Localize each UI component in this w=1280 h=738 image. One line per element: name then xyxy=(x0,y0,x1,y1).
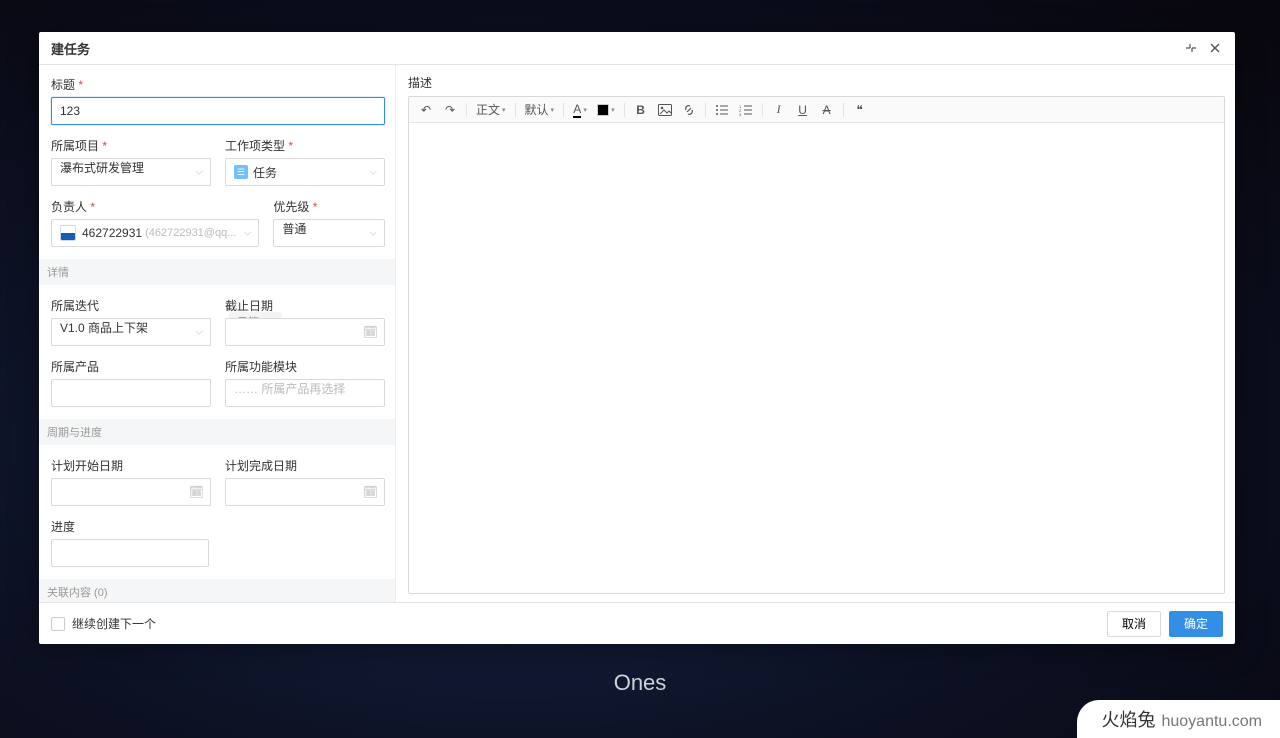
bold-button[interactable]: B xyxy=(630,100,652,120)
module-input[interactable]: …… 所属产品再选择 xyxy=(225,379,385,407)
progress-label: 进度 xyxy=(51,518,385,535)
watermark-en: huoyantu.com xyxy=(1161,713,1262,731)
modal-footer: 继续创建下一个 取消 确定 xyxy=(39,602,1235,644)
iteration-label: 所属迭代 xyxy=(51,297,211,314)
product-label: 所属产品 xyxy=(51,358,211,375)
create-task-modal: 建任务 标题 所属项目 瀑布式研发管理 ⌵ xyxy=(39,32,1235,644)
type-select[interactable]: ☰ 任务 xyxy=(225,158,385,186)
paragraph-style-select[interactable]: 正文▾ xyxy=(472,100,510,120)
priority-select[interactable]: 普通 xyxy=(273,219,385,247)
continue-create-checkbox[interactable] xyxy=(51,617,65,631)
ordered-list-button[interactable]: 123 xyxy=(735,100,757,120)
description-pane: 描述 ↶ ↷ 正文▾ 默认▾ A▾ ▾ B xyxy=(396,65,1235,602)
title-input[interactable] xyxy=(51,97,385,125)
continue-create-label: 继续创建下一个 xyxy=(72,615,156,632)
font-select[interactable]: 默认▾ xyxy=(521,100,559,120)
editor-toolbar: ↶ ↷ 正文▾ 默认▾ A▾ ▾ B xyxy=(409,97,1224,123)
task-type-icon: ☰ xyxy=(234,165,248,179)
product-input[interactable] xyxy=(51,379,211,407)
minimize-icon[interactable] xyxy=(1183,40,1199,56)
redo-button[interactable]: ↷ xyxy=(439,100,461,120)
project-select[interactable]: 瀑布式研发管理 xyxy=(51,158,211,186)
close-icon[interactable] xyxy=(1207,40,1223,56)
calendar-icon: 🗓 xyxy=(363,485,378,499)
undo-button[interactable]: ↶ xyxy=(415,100,437,120)
owner-label: 负责人 xyxy=(51,198,259,215)
svg-text:3: 3 xyxy=(739,112,742,116)
calendar-icon: 🗓 xyxy=(363,325,378,339)
plan-start-label: 计划开始日期 xyxy=(51,457,211,474)
confirm-button[interactable]: 确定 xyxy=(1169,611,1223,637)
description-label: 描述 xyxy=(408,74,1225,91)
section-detail: 详情 xyxy=(39,259,395,285)
cancel-button[interactable]: 取消 xyxy=(1107,611,1161,637)
module-label: 所属功能模块 xyxy=(225,358,385,375)
avatar-icon xyxy=(60,225,76,241)
type-label: 工作项类型 xyxy=(225,137,385,154)
italic-button[interactable]: I xyxy=(768,100,790,120)
quote-button[interactable]: ❝ xyxy=(849,100,871,120)
highlight-color-button[interactable]: ▾ xyxy=(593,100,619,120)
owner-select[interactable]: 462722931 (462722931@qq... xyxy=(51,219,259,247)
list-ul-icon xyxy=(715,104,729,116)
project-label: 所属项目 xyxy=(51,137,211,154)
plan-end-label: 计划完成日期 xyxy=(225,457,385,474)
title-label: 标题 xyxy=(51,76,385,93)
image-icon xyxy=(658,104,672,116)
due-date-input[interactable] xyxy=(225,318,385,346)
strikethrough-button[interactable]: A xyxy=(816,100,838,120)
modal-title: 建任务 xyxy=(51,39,90,58)
progress-input[interactable] xyxy=(51,539,209,567)
iteration-select[interactable]: V1.0 商品上下架 xyxy=(51,318,211,346)
watermark-zh: 火焰兔 xyxy=(1101,706,1155,732)
page-caption: Ones xyxy=(0,670,1280,696)
text-color-button[interactable]: A▾ xyxy=(569,100,591,120)
link-button[interactable] xyxy=(678,100,700,120)
watermark: 火焰兔 huoyantu.com xyxy=(1077,700,1280,738)
editor-content[interactable] xyxy=(409,123,1224,593)
section-related: 关联内容 (0) xyxy=(39,579,395,602)
list-ol-icon: 123 xyxy=(739,104,753,116)
modal-header: 建任务 xyxy=(39,32,1235,65)
priority-label: 优先级 xyxy=(273,198,385,215)
image-button[interactable] xyxy=(654,100,676,120)
plan-start-input[interactable] xyxy=(51,478,211,506)
calendar-icon: 🗓 xyxy=(189,485,204,499)
section-period: 周期与进度 xyxy=(39,419,395,445)
underline-button[interactable]: U xyxy=(792,100,814,120)
unordered-list-button[interactable] xyxy=(711,100,733,120)
chain-link-icon xyxy=(682,103,696,117)
rich-text-editor: ↶ ↷ 正文▾ 默认▾ A▾ ▾ B xyxy=(408,96,1225,594)
plan-end-input[interactable] xyxy=(225,478,385,506)
form-pane: 标题 所属项目 瀑布式研发管理 ⌵ 工作项类型 ☰ 任务 xyxy=(39,65,396,602)
